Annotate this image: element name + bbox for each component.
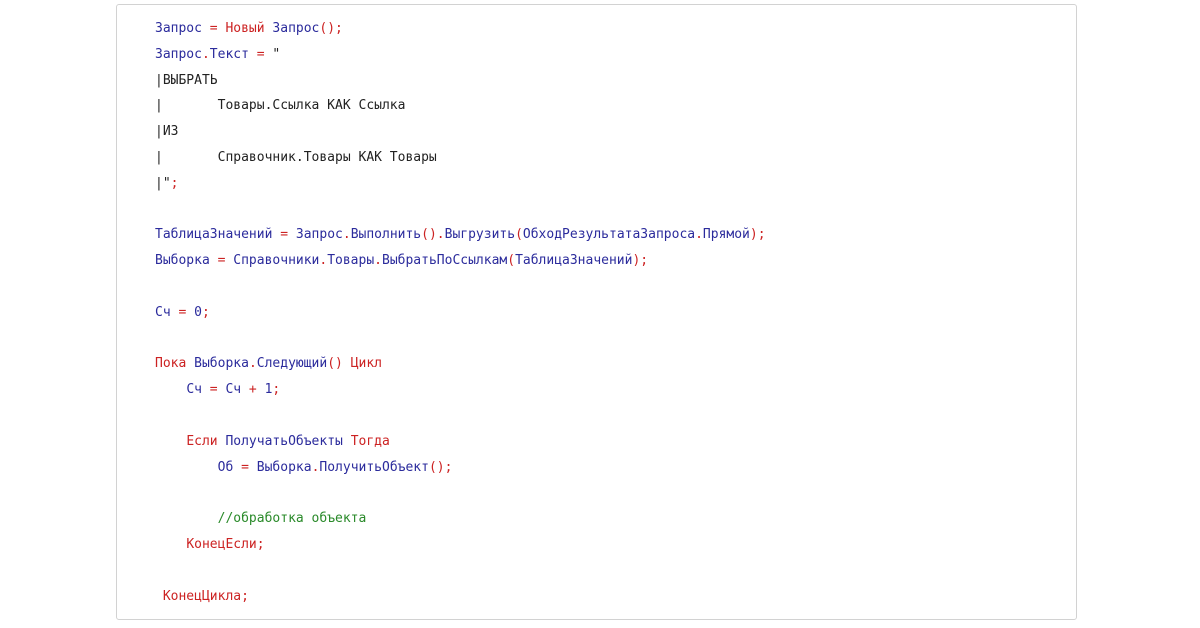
code-token: " (272, 46, 281, 62)
code-token: (); (428, 459, 453, 475)
code-token: Выгрузить (444, 227, 516, 243)
code-token: Если (186, 433, 218, 449)
code-token: | Товары.Ссылка КАК Ссылка (155, 98, 406, 114)
code-line: КонецЦикла; (155, 584, 766, 610)
code-token: . (248, 356, 257, 372)
code-token: Запрос (155, 46, 202, 62)
code-token: ТаблицаЗначений (155, 227, 273, 243)
code-token: . (201, 46, 210, 62)
code-token: Выполнить (350, 227, 422, 243)
code-token: . (695, 227, 703, 243)
code-token: Цикл (350, 356, 383, 372)
code-token: ( (507, 253, 516, 269)
code-line: Об = Выборка.ПолучитьОбъект(); (155, 455, 766, 481)
code-token: ВыбратьПоСсылкам (382, 253, 508, 269)
code-token: Справочники (233, 253, 320, 269)
code-token: КонецЦикла; (162, 588, 249, 604)
code-line: | Товары.Ссылка КАК Ссылка (155, 93, 766, 119)
code-line: |"; (155, 171, 766, 197)
code-listing: Запрос = Новый Запрос(); Запрос.Текст = "… (155, 16, 766, 609)
code-token: ОбходРезультатаЗапроса (522, 227, 696, 243)
code-token: |ВЫБРАТЬ (155, 72, 218, 88)
code-token: = (201, 382, 226, 398)
code-line: ТаблицаЗначений = Запрос.Выполнить().Выг… (155, 222, 766, 248)
code-token: Выборка (186, 356, 249, 372)
code-token: |" (155, 175, 171, 191)
code-line: Запрос.Текст = " (155, 42, 766, 68)
code-line: Сч = 0; (155, 300, 766, 326)
code-token: () (327, 356, 351, 372)
code-token: ); (749, 227, 766, 243)
code-token: ; (170, 175, 179, 191)
code-token: = (233, 459, 257, 475)
code-token: КонецЕсли; (186, 536, 265, 552)
code-token: . (342, 227, 351, 243)
code-token: = (201, 21, 226, 36)
code-token: (). (421, 227, 445, 243)
code-token: Сч (155, 304, 171, 320)
code-token: Пока (155, 356, 187, 372)
code-token: Прямой (702, 227, 750, 243)
code-token: Товары (327, 253, 375, 269)
code-line: Пока Выборка.Следующий() Цикл (155, 351, 766, 377)
code-token: Выборка (256, 459, 312, 475)
code-token: Следующий (256, 356, 328, 372)
code-token: = (272, 227, 296, 243)
code-token: = (170, 304, 195, 320)
code-token: Сч (186, 382, 202, 398)
code-line: Выборка = Справочники.Товары.ВыбратьПоСс… (155, 248, 766, 274)
code-token: ; (272, 382, 281, 398)
code-line: //обработка объекта (155, 506, 766, 532)
code-line: КонецЕсли; (155, 532, 766, 558)
code-line: |ИЗ (155, 119, 766, 145)
code-line: Запрос = Новый Запрос(); (155, 16, 766, 42)
code-token: ТаблицаЗначений (515, 253, 633, 269)
code-token: (); (319, 21, 343, 36)
code-token: 0 (194, 304, 202, 320)
code-token: ( (515, 227, 523, 243)
code-line: | Справочник.Товары КАК Товары (155, 145, 766, 171)
code-token: Запрос (295, 227, 343, 243)
code-token: Запрос (155, 21, 202, 36)
code-token: Сч (225, 382, 242, 398)
code-token: = (248, 46, 273, 62)
code-token: ); (632, 253, 649, 269)
code-token: ПолучитьОбъект (319, 459, 429, 475)
code-token: //обработка объекта (217, 511, 367, 527)
code-token: |ИЗ (155, 124, 179, 140)
code-token: ПолучатьОбъекты (217, 433, 351, 449)
code-token: . (374, 253, 382, 269)
code-token: = (209, 253, 234, 269)
code-token: Текст (209, 46, 249, 62)
code-token: Запрос (264, 21, 320, 36)
code-line: |ВЫБРАТЬ (155, 68, 766, 94)
code-token: | Справочник.Товары КАК Товары (155, 149, 437, 165)
code-token: Новый (225, 21, 265, 36)
code-token: + (241, 382, 265, 398)
code-token: Об (217, 459, 234, 475)
code-token: ; (201, 304, 210, 320)
code-token: Тогда (350, 433, 390, 449)
code-token: Выборка (155, 253, 210, 269)
code-line: Если ПолучатьОбъекты Тогда (155, 429, 766, 455)
code-line: Сч = Сч + 1; (155, 377, 766, 403)
